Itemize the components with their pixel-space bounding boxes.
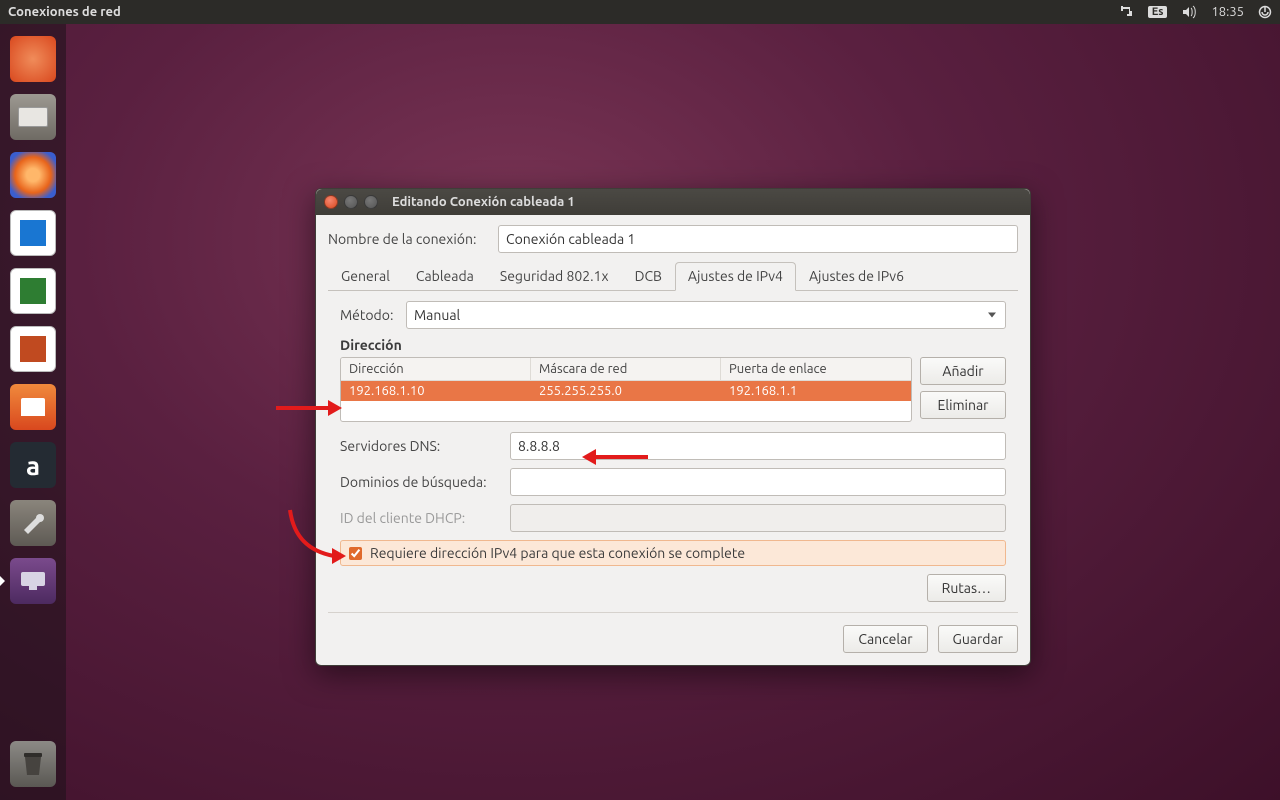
- tabs: General Cableada Seguridad 802.1x DCB Aj…: [328, 261, 1018, 291]
- require-ipv4-label: Requiere dirección IPv4 para que esta co…: [370, 545, 745, 561]
- require-ipv4-checkbox[interactable]: [349, 547, 362, 560]
- address-section-label: Dirección: [340, 337, 1018, 353]
- addr-cell-address: 192.168.1.10: [341, 381, 531, 401]
- address-table[interactable]: Dirección Máscara de red Puerta de enlac…: [340, 357, 912, 422]
- save-button[interactable]: Guardar: [938, 625, 1018, 653]
- address-row[interactable]: 192.168.1.10 255.255.255.0 192.168.1.1: [341, 381, 911, 401]
- sound-indicator-icon[interactable]: [1181, 5, 1197, 19]
- launcher-impress[interactable]: [7, 323, 59, 375]
- method-label: Método:: [340, 307, 406, 323]
- search-domains-input[interactable]: [510, 468, 1006, 496]
- addr-header-gateway: Puerta de enlace: [721, 358, 911, 381]
- addr-cell-mask: 255.255.255.0: [531, 381, 721, 401]
- dialog-titlebar[interactable]: Editando Conexión cableada 1: [316, 189, 1030, 215]
- launcher-writer[interactable]: [7, 207, 59, 259]
- window-minimize-icon[interactable]: [344, 195, 358, 209]
- dns-label: Servidores DNS:: [340, 438, 510, 454]
- routes-button[interactable]: Rutas…: [927, 574, 1006, 602]
- launcher-amazon[interactable]: a: [7, 439, 59, 491]
- launcher-files[interactable]: [7, 91, 59, 143]
- tab-ipv4[interactable]: Ajustes de IPv4: [675, 262, 796, 291]
- launcher-network[interactable]: [7, 555, 59, 607]
- add-address-button[interactable]: Añadir: [920, 357, 1006, 385]
- window-maximize-icon[interactable]: [364, 195, 378, 209]
- launcher: a: [0, 24, 66, 800]
- search-domains-label: Dominios de búsqueda:: [340, 474, 510, 490]
- launcher-firefox[interactable]: [7, 149, 59, 201]
- menubar-title: Conexiones de red: [8, 5, 121, 19]
- method-select[interactable]: Manual: [406, 301, 1006, 329]
- launcher-calc[interactable]: [7, 265, 59, 317]
- tab-dcb[interactable]: DCB: [622, 262, 675, 291]
- tab-cableada[interactable]: Cableada: [403, 262, 487, 291]
- tab-seguridad[interactable]: Seguridad 802.1x: [487, 262, 622, 291]
- network-indicator-icon[interactable]: [1118, 5, 1134, 19]
- keyboard-indicator[interactable]: Es: [1148, 6, 1168, 18]
- cancel-button[interactable]: Cancelar: [843, 625, 927, 653]
- dns-input[interactable]: [510, 432, 1006, 460]
- tab-general[interactable]: General: [328, 262, 403, 291]
- dialog-title: Editando Conexión cableada 1: [392, 195, 575, 209]
- launcher-dash[interactable]: [7, 33, 59, 85]
- addr-header-address: Dirección: [341, 358, 531, 381]
- connection-name-label: Nombre de la conexión:: [328, 231, 498, 247]
- addr-cell-gateway: 192.168.1.1: [721, 381, 911, 401]
- launcher-software[interactable]: [7, 381, 59, 433]
- session-indicator-icon[interactable]: [1258, 5, 1272, 19]
- clock[interactable]: 18:35: [1211, 5, 1244, 19]
- window-close-icon[interactable]: [324, 195, 338, 209]
- dhcp-id-label: ID del cliente DHCP:: [340, 510, 510, 526]
- tab-ipv6[interactable]: Ajustes de IPv6: [796, 262, 917, 291]
- top-menubar: Conexiones de red Es 18:35: [0, 0, 1280, 24]
- launcher-settings[interactable]: [7, 497, 59, 549]
- network-editor-dialog: Editando Conexión cableada 1 Nombre de l…: [315, 188, 1031, 666]
- dhcp-id-input: [510, 504, 1006, 532]
- launcher-trash[interactable]: [7, 738, 59, 790]
- addr-header-mask: Máscara de red: [531, 358, 721, 381]
- delete-address-button[interactable]: Eliminar: [920, 391, 1006, 419]
- connection-name-input[interactable]: [498, 225, 1018, 253]
